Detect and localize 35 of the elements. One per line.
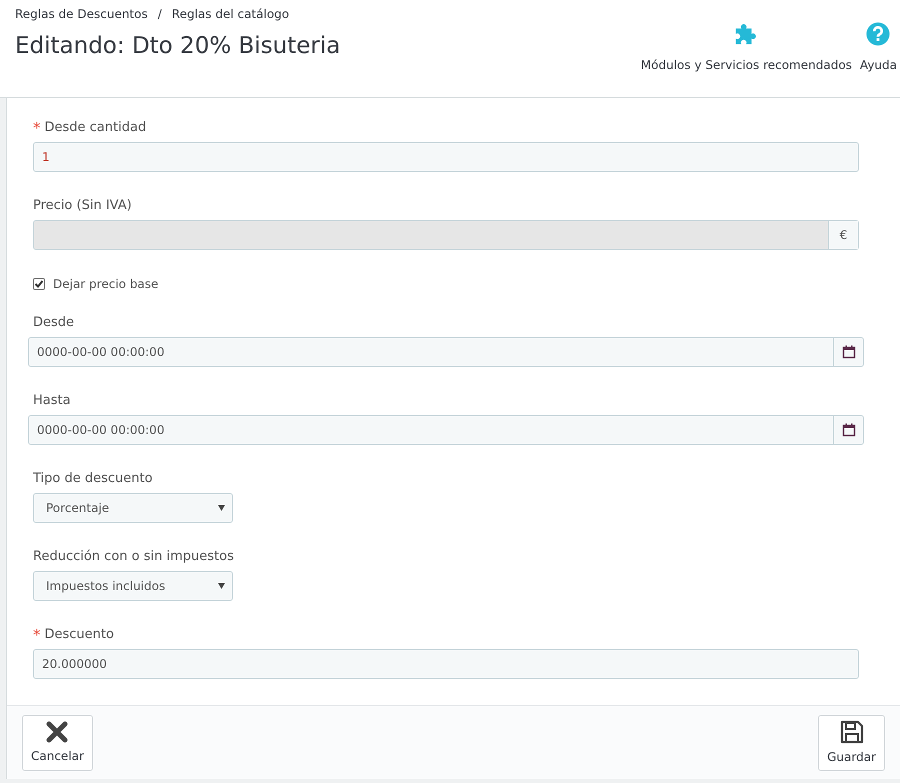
required-marker: * [33, 624, 40, 646]
dropdown[interactable]: Impuestos incluidos [33, 571, 233, 601]
breadcrumb-link[interactable]: Reglas de Descuentos [15, 5, 148, 23]
caret-icon [218, 583, 225, 589]
field-label: Reducción con o sin impuestos [33, 548, 234, 566]
cancel-button[interactable]: Cancelar [22, 714, 93, 770]
caret-icon [218, 505, 225, 511]
date-field[interactable]: 0000-00-00 00:00:00 [28, 337, 864, 367]
text-field[interactable]: 20.000000 [33, 649, 859, 679]
field-label: Desde [33, 314, 74, 332]
required-marker: * [33, 118, 40, 139]
help-icon [865, 22, 892, 46]
toolbar-button[interactable]: Ayuda [860, 22, 897, 74]
field-label: Descuento [44, 626, 114, 644]
field-label: Hasta [33, 392, 71, 410]
save-button[interactable]: Guardar [818, 714, 885, 770]
text-field[interactable]: 1 [33, 142, 859, 172]
date-value: 0000-00-00 00:00:00 [36, 344, 166, 361]
field-label: Precio (Sin IVA) [33, 197, 132, 216]
calendar-icon [842, 423, 856, 437]
field-label: Desde cantidad [44, 119, 146, 138]
toolbar-button[interactable]: Módulos y Servicios recomendados [640, 22, 852, 74]
checkbox-label: Dejar precio base [53, 276, 158, 293]
field-label: Tipo de descuento [33, 470, 153, 488]
currency-addon: € [828, 221, 858, 249]
breadcrumb-link[interactable]: Reglas del catálogo [172, 5, 290, 23]
checkbox[interactable] [33, 278, 45, 290]
date-value: 0000-00-00 00:00:00 [36, 422, 166, 439]
breadcrumb-separator: / [158, 6, 162, 23]
date-field[interactable]: 0000-00-00 00:00:00 [28, 415, 864, 445]
dropdown[interactable]: Porcentaje [33, 493, 233, 523]
calendar-icon [842, 345, 856, 359]
close-icon [46, 720, 68, 742]
save-icon [840, 720, 864, 744]
page-title: Editando: Dto 20% Bisuteria [15, 32, 340, 61]
